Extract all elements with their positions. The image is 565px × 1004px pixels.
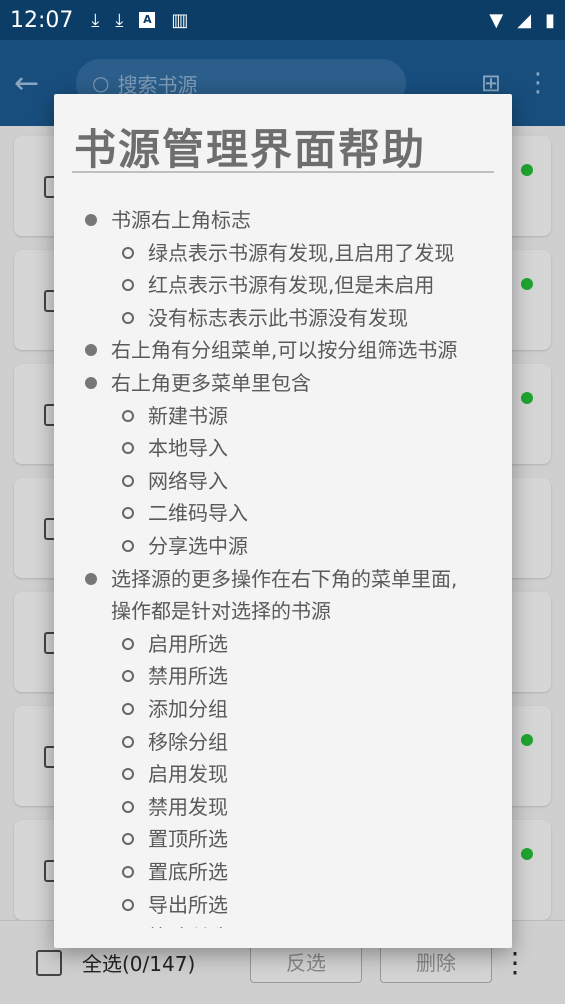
bullet-circle-icon (122, 540, 134, 552)
help-item: 启用所选 (148, 631, 228, 656)
help-item: 置顶所选 (148, 827, 228, 852)
help-item: 禁用发现 (148, 794, 228, 819)
help-dialog: 书源管理界面帮助 书源右上角标志绿点表示书源有发现,且启用了发现 红点表示书源有发… (54, 94, 512, 948)
bullet-circle-icon (122, 311, 134, 324)
discovery-dot-icon (521, 278, 533, 290)
bullet-dot-icon (85, 344, 97, 357)
search-icon: ○ (92, 71, 110, 95)
help-item: 新建书源 (148, 403, 228, 428)
bullet-circle-icon (122, 866, 134, 878)
status-bar: 12:07 ⤓ ⤓ A ▥ ▼ ◢ ▮ (0, 0, 565, 40)
help-item: 禁用所选 (148, 664, 228, 689)
discovery-dot-icon (521, 734, 533, 746)
discovery-dot-icon (521, 164, 533, 176)
bullet-circle-icon (122, 507, 134, 520)
help-item: 导出所选 (148, 892, 228, 917)
help-item: 绿点表示书源有发现,且启用了发现 (148, 240, 455, 265)
help-item: 没有标志表示此书源没有发现 (148, 305, 408, 330)
bullet-circle-icon (122, 637, 134, 650)
help-item: 分享选中源 (148, 534, 248, 558)
invert-selection-button[interactable]: 反选 (250, 942, 362, 983)
help-item: 本地导入 (148, 436, 228, 461)
discovery-dot-icon (521, 392, 533, 404)
bullet-dot-icon (85, 572, 97, 585)
more-vert-icon[interactable]: ⋮ (501, 946, 529, 979)
bullet-circle-icon (122, 279, 134, 292)
help-item: 红点表示书源有发现,但是未启用 (148, 273, 435, 298)
notification-box-icon: A (139, 12, 156, 28)
title-divider (72, 171, 494, 173)
bullet-circle-icon (122, 670, 134, 683)
help-item: 书源右上角标志 (111, 208, 251, 232)
help-item: 操作都是针对选择的书源 (111, 599, 331, 624)
bullet-circle-icon (122, 768, 134, 781)
help-item: 启用发现 (148, 762, 228, 787)
discovery-dot-icon (521, 848, 533, 860)
bullet-dot-icon (85, 214, 97, 226)
bullet-circle-icon (122, 246, 134, 259)
bullet-circle-icon (122, 898, 134, 911)
wifi-icon: ▼ (489, 9, 504, 31)
status-time: 12:07 (10, 7, 74, 33)
select-all-label[interactable]: 全选(0/147) (82, 948, 222, 977)
bullet-circle-icon (122, 442, 134, 455)
system-icons: ▼ ◢ ▮ (489, 10, 555, 31)
bullet-circle-icon (122, 735, 134, 748)
select-all-checkbox[interactable] (36, 949, 62, 976)
delete-button[interactable]: 删除 (380, 942, 492, 983)
help-item: 二维码导入 (148, 501, 248, 526)
help-content[interactable]: 书源右上角标志绿点表示书源有发现,且启用了发现 红点表示书源有发现,但是未启用 没有… (54, 200, 512, 928)
help-item: 置底所选 (148, 860, 228, 884)
help-item: 移除分组 (148, 729, 228, 754)
book-icon: ▥ (171, 9, 189, 31)
bullet-circle-icon (122, 800, 134, 813)
signal-icon: ◢ (517, 9, 532, 31)
dialog-title: 书源管理界面帮助 (74, 125, 427, 174)
help-item: 校验所选 (148, 921, 228, 928)
bullet-dot-icon (85, 377, 97, 389)
more-vert-icon[interactable]: ⋮ (525, 68, 551, 98)
help-item: 右上角更多菜单里包含 (111, 371, 311, 395)
help-item: 右上角有分组菜单,可以按分组筛选书源 (111, 338, 458, 363)
bullet-circle-icon (122, 409, 134, 422)
bullet-circle-icon (122, 703, 134, 715)
group-tree-icon[interactable]: ⊞ (481, 69, 501, 97)
notification-icons: ⤓ ⤓ A ▥ (91, 10, 188, 31)
bullet-circle-icon (122, 833, 134, 846)
battery-icon: ▮ (545, 9, 555, 31)
help-item: 选择源的更多操作在右下角的菜单里面, (111, 566, 458, 591)
help-item: 网络导入 (148, 468, 228, 493)
download-icon: ⤓ (115, 9, 124, 31)
download-icon: ⤓ (91, 9, 100, 31)
bullet-circle-icon (122, 474, 134, 487)
help-item: 添加分组 (148, 697, 228, 721)
